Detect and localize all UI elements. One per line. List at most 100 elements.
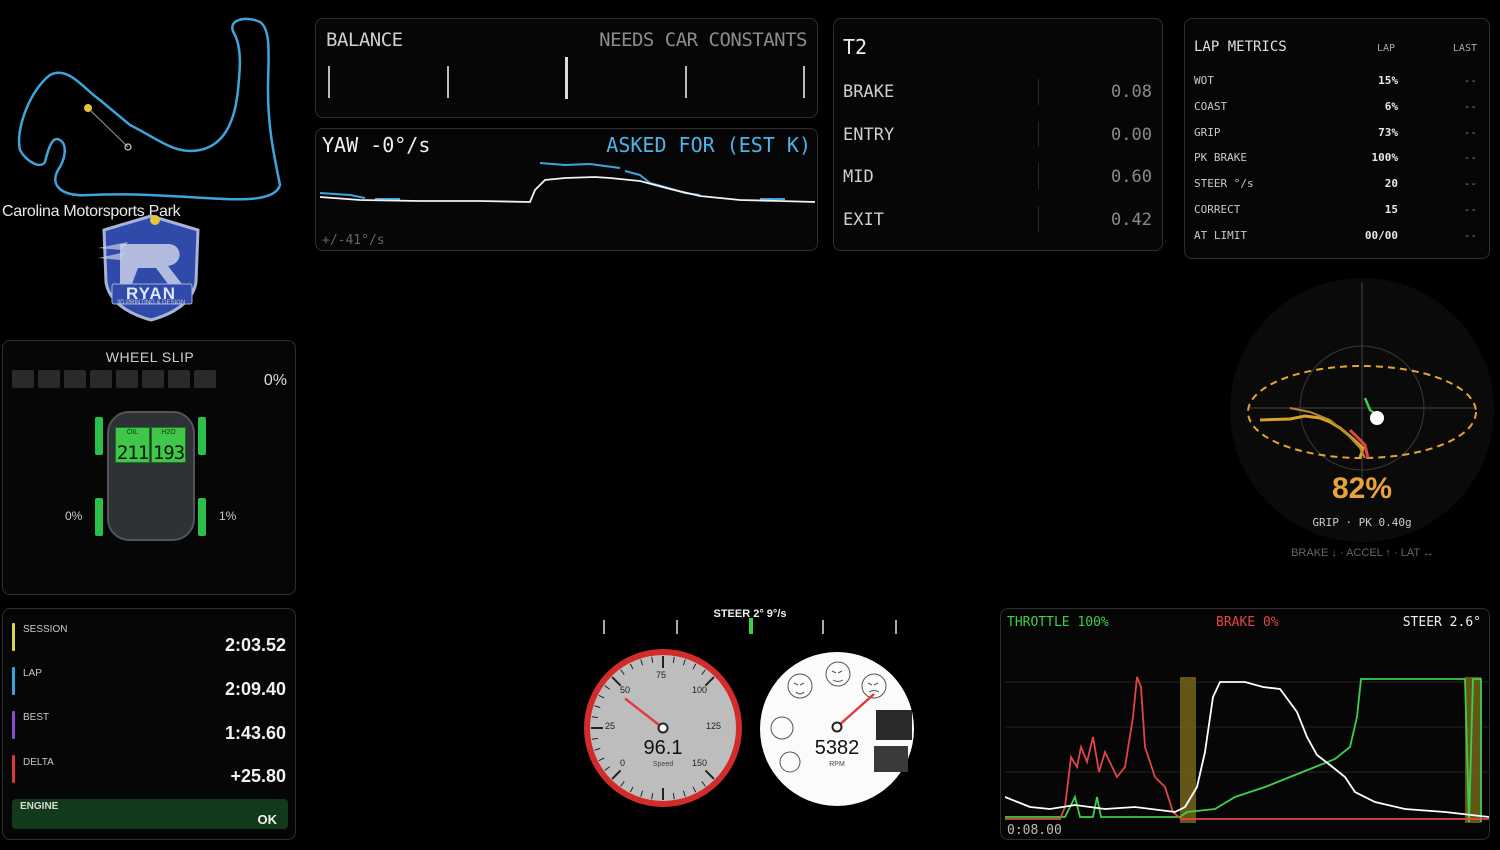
ryan-logo	[98, 214, 200, 322]
metric-lap-value: 15	[1384, 203, 1398, 216]
steer-trace-readout: STEER 2.6°	[1402, 615, 1481, 630]
corner-row-value: 0.08	[1111, 82, 1152, 102]
brake-line	[1005, 676, 1489, 820]
balance-panel: BALANCE NEEDS CAR CONSTANTS	[315, 18, 818, 118]
corner-row-label: ENTRY	[843, 125, 895, 145]
corner-separator	[1038, 206, 1039, 232]
balance-tick-2	[447, 66, 449, 98]
lap-time: 2:09.40	[224, 679, 286, 699]
steer-line	[1005, 681, 1489, 818]
metric-last-value: --	[1463, 125, 1477, 139]
rpm-needle-hub	[831, 721, 843, 733]
engine-label: ENGINE	[20, 801, 59, 812]
grip-legend: BRAKE ↓ · ACCEL ↑ · LAT ↔	[1291, 547, 1434, 559]
metric-name: STEER °/s	[1194, 177, 1254, 191]
h2o-label: H2O	[161, 429, 176, 436]
tire-front-left	[95, 417, 103, 455]
steer-indicator	[749, 618, 753, 634]
corner-separator	[1038, 163, 1039, 189]
yaw-asked-line	[320, 162, 785, 200]
corner-separator	[1038, 121, 1039, 147]
metric-name: AT LIMIT	[1194, 228, 1247, 242]
grip-percent: 82%	[1331, 472, 1393, 505]
speed-tick-label: 75	[656, 670, 667, 680]
metric-lap-value: 6%	[1384, 99, 1398, 113]
grip-current-dot	[1370, 411, 1384, 425]
session-color-bar	[12, 623, 15, 651]
delta-time: +25.80	[230, 766, 286, 786]
throttle-line	[1005, 678, 1482, 823]
metric-lap-value: 73%	[1378, 125, 1398, 139]
balance-tick-1	[328, 66, 330, 98]
balance-tick-5	[803, 66, 805, 98]
lap-label: LAP	[23, 668, 42, 679]
track-outline	[17, 17, 282, 201]
corner-row-value: 0.42	[1111, 210, 1152, 230]
best-color-bar	[12, 711, 15, 739]
metric-last-value: --	[1463, 99, 1477, 113]
lap-metrics-col-last: LAST	[1452, 43, 1477, 54]
lap-metrics-col-lap: LAP	[1377, 43, 1396, 54]
meme-photo-1	[876, 710, 912, 740]
slip-segment	[194, 370, 216, 388]
delta-color-bar	[12, 755, 15, 783]
logo-subtext: 3D PRINTING & DESIGN	[116, 300, 186, 306]
balance-title: BALANCE	[326, 29, 403, 51]
balance-tick-4	[685, 66, 687, 98]
speed-needle-hub	[657, 722, 669, 734]
metric-lap-value: 20	[1384, 177, 1398, 191]
track-sector-line	[87, 107, 129, 148]
speed-label: Speed	[652, 761, 674, 768]
speed-value: 96.1	[643, 737, 683, 759]
steer-tick	[676, 620, 678, 634]
input-trace-graph	[1005, 676, 1489, 823]
steer-tick	[603, 620, 605, 634]
rpm-label: RPM	[829, 761, 845, 768]
delta-label: DELTA	[23, 757, 54, 768]
rpm-gauge	[760, 652, 914, 806]
timing-panel: SESSION 2:03.52 LAP 2:09.40 BEST 1:43.60…	[2, 608, 296, 840]
speed-tick-label: 50	[620, 685, 631, 695]
speed-tick-label: 125	[706, 721, 722, 731]
corner-row-value: 0.00	[1111, 125, 1152, 145]
slip-segment	[38, 370, 60, 388]
rpm-value: 5382	[814, 737, 860, 759]
session-label: SESSION	[23, 624, 68, 635]
slip-segment	[64, 370, 86, 388]
oil-temp-value: 211	[116, 442, 149, 464]
speed-tick-label: 25	[605, 721, 616, 731]
yaw-trace	[320, 162, 815, 203]
metric-name: COAST	[1194, 99, 1228, 113]
corner-separator	[1038, 79, 1039, 105]
input-trace-panel: THROTTLE 100% BRAKE 0% STEER 2.6° 0:08.0…	[1000, 608, 1490, 840]
trace-time: 0:08.00	[1007, 823, 1062, 838]
corner-row-label: MID	[843, 167, 874, 187]
slip-segment	[168, 370, 190, 388]
speed-tick-label: 100	[692, 685, 708, 695]
tire-rear-left	[95, 498, 103, 536]
balance-status: NEEDS CAR CONSTANTS	[599, 29, 807, 51]
metric-lap-value: 00/00	[1364, 228, 1398, 242]
steer-tick	[895, 620, 897, 634]
car-position-dot	[84, 104, 92, 112]
tire-front-right	[198, 417, 206, 455]
metric-last-value: --	[1463, 74, 1477, 87]
corner-row-label: EXIT	[843, 210, 884, 230]
lap-metrics-title: LAP METRICS	[1194, 39, 1287, 55]
session-time: 2:03.52	[224, 635, 286, 655]
slip-percent: 0%	[263, 372, 287, 389]
steer-tick	[822, 620, 824, 634]
metric-last-value: --	[1463, 203, 1477, 216]
metric-last-value: --	[1463, 151, 1477, 165]
rear-left-slip: 0%	[65, 509, 83, 523]
metric-lap-value: 100%	[1371, 151, 1399, 165]
best-label: BEST	[23, 712, 50, 723]
throttle-readout: THROTTLE 100%	[1007, 615, 1109, 630]
lap-metrics-panel: LAP METRICS LAP LAST WOT 15% -- COAST 6% -- GR…	[1184, 18, 1490, 259]
metric-last-value: --	[1463, 177, 1477, 191]
brake-readout: BRAKE 0%	[1216, 615, 1279, 630]
metric-lap-value: 15%	[1378, 74, 1398, 87]
oil-label: OIL	[126, 429, 139, 436]
wheel-slip-panel: WHEEL SLIP 0% OIL H2O 211 193 0% 1%	[2, 340, 296, 595]
grip-subtitle: GRIP · PK 0.40g	[1312, 516, 1412, 529]
